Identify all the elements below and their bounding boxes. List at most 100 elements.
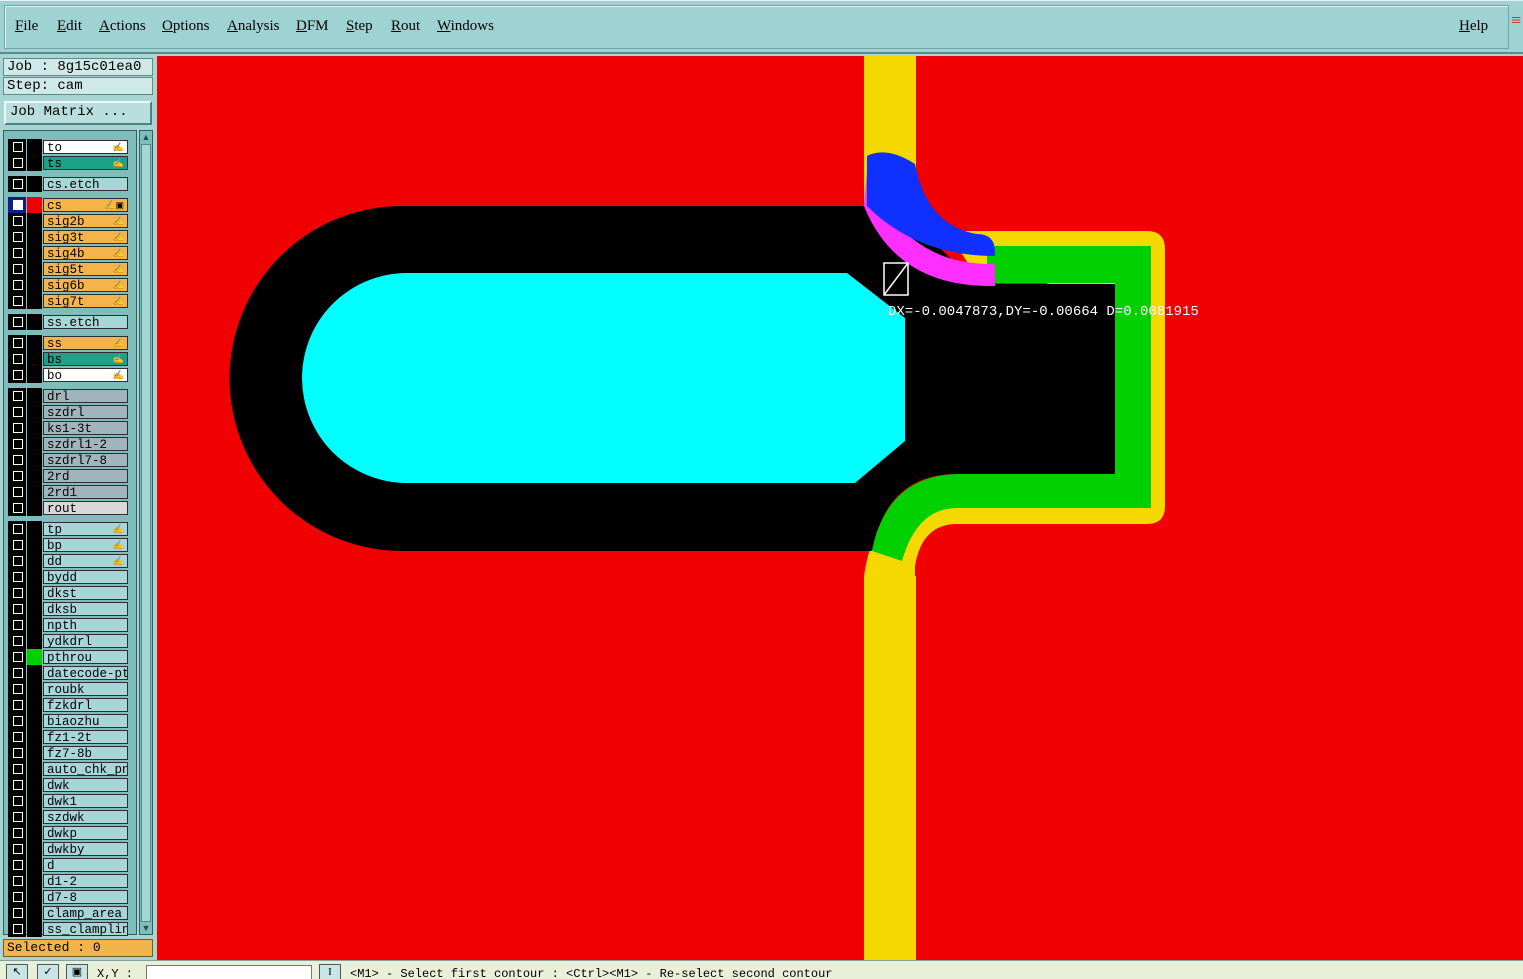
layer-name[interactable]: bydd <box>43 570 128 584</box>
layer-color-swatch[interactable] <box>27 825 42 841</box>
layer-row-dwk[interactable]: dwk <box>6 777 128 793</box>
menu-dfm[interactable]: DFM <box>296 18 329 35</box>
layer-checkbox[interactable] <box>8 293 26 309</box>
layer-color-swatch[interactable] <box>27 745 42 761</box>
menu-help[interactable]: Help <box>1459 18 1488 35</box>
layer-color-swatch[interactable] <box>27 809 42 825</box>
layer-row-szdrl7-8[interactable]: szdrl7-8 <box>6 452 128 468</box>
layer-color-swatch[interactable] <box>27 553 42 569</box>
layer-checkbox[interactable] <box>8 436 26 452</box>
layer-name[interactable]: sig2b ✍ <box>43 214 128 228</box>
layer-color-swatch[interactable] <box>27 213 42 229</box>
layer-color-swatch[interactable] <box>27 468 42 484</box>
layer-checkbox[interactable] <box>8 857 26 873</box>
layer-name[interactable]: ts ✍ <box>43 156 128 170</box>
layer-checkbox[interactable] <box>8 388 26 404</box>
layer-row-dwk1[interactable]: dwk1 <box>6 793 128 809</box>
layer-color-swatch[interactable] <box>27 585 42 601</box>
layer-checkbox[interactable] <box>8 335 26 351</box>
layer-color-swatch[interactable] <box>27 500 42 516</box>
layer-name[interactable]: fz1-2t <box>43 730 128 744</box>
layer-name[interactable]: tp ✍ <box>43 522 128 536</box>
layer-name[interactable]: cs ✍▣ <box>43 198 128 212</box>
layer-row-dkst[interactable]: dkst <box>6 585 128 601</box>
layer-name[interactable]: dwkp <box>43 826 128 840</box>
layer-color-swatch[interactable] <box>27 761 42 777</box>
layer-row-bs[interactable]: bs ✍ <box>6 351 128 367</box>
layer-checkbox[interactable] <box>8 905 26 921</box>
layer-row-to[interactable]: to ✍ <box>6 139 128 155</box>
layer-checkbox[interactable] <box>8 569 26 585</box>
layer-name[interactable]: biaozhu <box>43 714 128 728</box>
graphics-canvas[interactable]: DX=-0.0047873,DY=-0.00664 D=0.0081915 <box>157 56 1523 960</box>
info-icon[interactable]: I <box>319 964 341 979</box>
layer-color-swatch[interactable] <box>27 921 42 937</box>
layer-row-ss[interactable]: ss ✍ <box>6 335 128 351</box>
layer-name[interactable]: dwk <box>43 778 128 792</box>
layer-row-dwkp[interactable]: dwkp <box>6 825 128 841</box>
layer-row-sig4b[interactable]: sig4b ✍ <box>6 245 128 261</box>
layer-color-swatch[interactable] <box>27 139 42 155</box>
layer-row-szdwk[interactable]: szdwk <box>6 809 128 825</box>
layer-color-swatch[interactable] <box>27 367 42 383</box>
layer-checkbox[interactable] <box>8 697 26 713</box>
layer-name[interactable]: ydkdrl <box>43 634 128 648</box>
layer-checkbox[interactable] <box>8 261 26 277</box>
layer-checkbox[interactable] <box>8 484 26 500</box>
layer-row-bydd[interactable]: bydd <box>6 569 128 585</box>
layer-name[interactable]: datecode-pte <box>43 666 128 680</box>
layer-row-bp[interactable]: bp ✍ <box>6 537 128 553</box>
layer-color-swatch[interactable] <box>27 649 42 665</box>
xy-input[interactable] <box>146 965 312 979</box>
layer-row-bo[interactable]: bo ✍ <box>6 367 128 383</box>
layer-color-swatch[interactable] <box>27 521 42 537</box>
layer-color-swatch[interactable] <box>27 229 42 245</box>
layer-row-auto_chk_pnl[interactable]: auto_chk_pnl <box>6 761 128 777</box>
layer-row-biaozhu[interactable]: biaozhu <box>6 713 128 729</box>
layer-color-swatch[interactable] <box>27 713 42 729</box>
layer-checkbox[interactable] <box>8 500 26 516</box>
layer-name[interactable]: bp ✍ <box>43 538 128 552</box>
layer-row-fz7-8b[interactable]: fz7-8b <box>6 745 128 761</box>
layer-checkbox[interactable] <box>8 809 26 825</box>
layer-row-dksb[interactable]: dksb <box>6 601 128 617</box>
layer-color-swatch[interactable] <box>27 617 42 633</box>
layer-row-sig7t[interactable]: sig7t ✍ <box>6 293 128 309</box>
layer-name[interactable]: ss.etch <box>43 315 128 329</box>
layer-row-dd[interactable]: dd ✍ <box>6 553 128 569</box>
layer-row-szdrl1-2[interactable]: szdrl1-2 <box>6 436 128 452</box>
layer-color-swatch[interactable] <box>27 420 42 436</box>
layer-name[interactable]: sig3t ✍ <box>43 230 128 244</box>
layer-row-d1-2[interactable]: d1-2 <box>6 873 128 889</box>
layer-row-ks1-3t[interactable]: ks1-3t <box>6 420 128 436</box>
layer-name[interactable]: 2rd1 <box>43 485 128 499</box>
layer-checkbox[interactable] <box>8 761 26 777</box>
layer-name[interactable]: fzkdrl <box>43 698 128 712</box>
layer-checkbox[interactable] <box>8 633 26 649</box>
job-matrix-button[interactable]: Job Matrix ... <box>4 101 152 125</box>
layer-color-swatch[interactable] <box>27 857 42 873</box>
layer-checkbox[interactable] <box>8 777 26 793</box>
layer-name[interactable]: drl <box>43 389 128 403</box>
layer-name[interactable]: fz7-8b <box>43 746 128 760</box>
layer-name[interactable]: szdrl <box>43 405 128 419</box>
layer-color-swatch[interactable] <box>27 277 42 293</box>
layer-row-tp[interactable]: tp ✍ <box>6 521 128 537</box>
layer-name[interactable]: sig4b ✍ <box>43 246 128 260</box>
layer-checkbox[interactable] <box>8 197 26 213</box>
scroll-down-icon[interactable]: ▼ <box>141 923 151 933</box>
layer-row-sig6b[interactable]: sig6b ✍ <box>6 277 128 293</box>
layer-checkbox[interactable] <box>8 213 26 229</box>
layer-name[interactable]: d <box>43 858 128 872</box>
menu-windows[interactable]: Windows <box>437 18 494 35</box>
layer-name[interactable]: pthrou <box>43 650 128 664</box>
menu-edit[interactable]: Edit <box>57 18 82 35</box>
layer-name[interactable]: d7-8 <box>43 890 128 904</box>
layer-row-cs[interactable]: cs ✍▣ <box>6 197 128 213</box>
layer-checkbox[interactable] <box>8 155 26 171</box>
layer-row-drl[interactable]: drl <box>6 388 128 404</box>
layer-checkbox[interactable] <box>8 665 26 681</box>
layer-checkbox[interactable] <box>8 521 26 537</box>
layer-name[interactable]: szdwk <box>43 810 128 824</box>
layer-row-ss.etch[interactable]: ss.etch <box>6 314 128 330</box>
